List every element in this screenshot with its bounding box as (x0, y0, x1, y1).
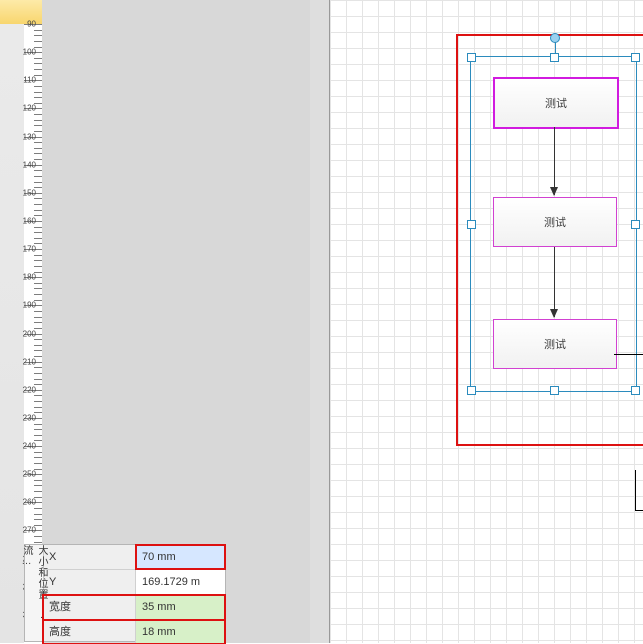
connector-1-2[interactable] (554, 127, 555, 195)
resize-handle-se[interactable] (631, 386, 640, 395)
arrow-icon (550, 187, 558, 196)
flow-process-2[interactable]: 测试 (493, 197, 617, 247)
value-width[interactable]: 35 mm (136, 595, 225, 619)
row-height: 高度 18 mm (43, 620, 225, 644)
value-y[interactable]: 169.1729 m (136, 570, 225, 594)
size-and-position-grid: X 70 mm Y 169.1729 m 宽度 35 mm 高度 18 mm (43, 545, 225, 641)
label-height: 高度 (43, 620, 136, 644)
size-and-position-title: 大小和位置 · 流… (25, 545, 44, 641)
connector-stub[interactable] (635, 510, 643, 511)
flow-process-1-text: 测试 (545, 95, 567, 111)
drawing-page[interactable]: 测试 测试 测试 (330, 0, 643, 643)
resize-handle-ne[interactable] (631, 53, 640, 62)
value-x[interactable]: 70 mm (136, 545, 225, 569)
resize-handle-nw[interactable] (467, 53, 476, 62)
row-y: Y 169.1729 m (43, 570, 225, 595)
arrow-icon (550, 309, 558, 318)
label-x: X (43, 545, 136, 569)
resize-handle-e[interactable] (631, 220, 640, 229)
rotation-handle[interactable] (550, 33, 560, 43)
label-width: 宽度 (43, 595, 136, 619)
label-y: Y (43, 570, 136, 594)
size-and-position-panel: 大小和位置 · 流… X 70 mm Y 169.1729 m 宽度 35 mm… (24, 544, 226, 642)
flow-process-3[interactable]: 测试 (493, 319, 617, 369)
connector-stub[interactable] (614, 354, 643, 355)
row-width: 宽度 35 mm (43, 595, 225, 620)
selection-bounds[interactable]: 测试 测试 测试 (470, 56, 637, 392)
resize-handle-s[interactable] (550, 386, 559, 395)
canvas-scroll-area[interactable]: 测试 测试 测试 (310, 0, 643, 643)
flow-process-2-text: 测试 (544, 214, 566, 230)
flow-process-1[interactable]: 测试 (493, 77, 619, 129)
connector-2-3[interactable] (554, 247, 555, 317)
resize-handle-sw[interactable] (467, 386, 476, 395)
value-height[interactable]: 18 mm (136, 620, 225, 644)
row-x: X 70 mm (43, 545, 225, 570)
connector-stub[interactable] (635, 470, 636, 510)
flow-process-3-text: 测试 (544, 336, 566, 352)
resize-handle-w[interactable] (467, 220, 476, 229)
resize-handle-n[interactable] (550, 53, 559, 62)
